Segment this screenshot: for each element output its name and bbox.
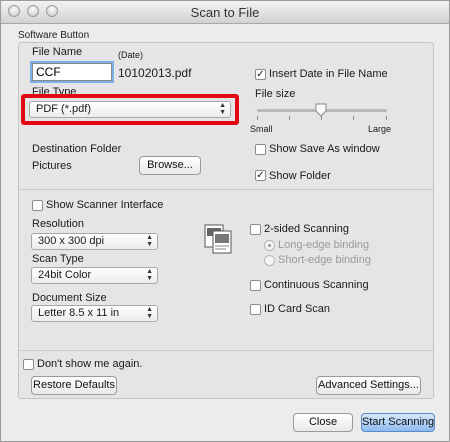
document-size-label: Document Size: [32, 292, 107, 304]
file-name-label: File Name: [32, 46, 83, 58]
dont-show-again-label: Don't show me again.: [37, 358, 143, 370]
popup-arrows-icon: ▲ ▼: [146, 306, 153, 320]
scan-type-select[interactable]: 24bit Color ▲ ▼: [31, 267, 158, 284]
popup-arrows-icon: ▲ ▼: [146, 268, 153, 282]
long-edge-label: Long-edge binding: [278, 239, 370, 251]
short-edge-label: Short-edge binding: [278, 254, 371, 266]
file-size-large-label: Large: [368, 124, 392, 134]
popup-arrows-icon: ▲ ▼: [219, 102, 226, 116]
advanced-settings-button[interactable]: Advanced Settings...: [316, 376, 421, 395]
file-type-select[interactable]: PDF (*.pdf) ▲ ▼: [29, 101, 231, 118]
slider-tick: [353, 116, 354, 120]
start-scanning-button[interactable]: Start Scanning: [361, 413, 435, 432]
section-divider: [19, 189, 433, 190]
scan-type-value: 24bit Color: [38, 269, 92, 281]
file-size-small-label: Small: [250, 124, 273, 134]
file-type-value: PDF (*.pdf): [36, 103, 92, 115]
title-bar: Scan to File: [1, 1, 449, 24]
document-size-select[interactable]: Letter 8.5 x 11 in ▲ ▼: [31, 305, 158, 322]
show-scanner-interface-label: Show Scanner Interface: [46, 199, 164, 211]
two-sided-scanning-label: 2-sided Scanning: [264, 223, 350, 235]
restore-defaults-button[interactable]: Restore Defaults: [31, 376, 117, 395]
continuous-scanning-checkbox[interactable]: [250, 280, 261, 291]
resolution-value: 300 x 300 dpi: [38, 235, 105, 247]
file-size-label: File size: [255, 88, 296, 100]
long-edge-radio[interactable]: [264, 240, 275, 251]
section-divider: [19, 350, 433, 351]
document-size-value: Letter 8.5 x 11 in: [38, 307, 120, 319]
two-sided-scanning-icon: [204, 224, 232, 254]
id-card-scan-label: ID Card Scan: [264, 303, 331, 315]
resolution-select[interactable]: 300 x 300 dpi ▲ ▼: [31, 233, 158, 250]
dont-show-again-checkbox[interactable]: [23, 359, 34, 370]
insert-date-checkbox[interactable]: ✓: [255, 69, 266, 80]
scan-to-file-window: Scan to File Software Button File Name (…: [0, 0, 450, 442]
destination-folder-value: Pictures: [32, 160, 72, 172]
two-sided-scanning-checkbox[interactable]: [250, 224, 261, 235]
close-button[interactable]: Close: [293, 413, 353, 432]
slider-tick: [386, 116, 387, 120]
file-name-input[interactable]: [32, 63, 112, 81]
group-title: Software Button: [18, 30, 90, 41]
continuous-scanning-label: Continuous Scanning: [264, 279, 369, 291]
id-card-scan-checkbox[interactable]: [250, 304, 261, 315]
slider-tick: [289, 116, 290, 120]
resolution-label: Resolution: [32, 218, 84, 230]
scan-type-label: Scan Type: [32, 253, 84, 265]
popup-arrows-icon: ▲ ▼: [146, 234, 153, 248]
short-edge-radio[interactable]: [264, 255, 275, 266]
show-folder-label: Show Folder: [269, 170, 331, 182]
show-save-as-label: Show Save As window: [269, 143, 380, 155]
destination-folder-label: Destination Folder: [32, 143, 122, 155]
show-scanner-interface-checkbox[interactable]: [32, 200, 43, 211]
insert-date-label: Insert Date in File Name: [269, 68, 388, 80]
date-label: (Date): [118, 50, 144, 60]
show-save-as-checkbox[interactable]: [255, 144, 266, 155]
show-folder-checkbox[interactable]: ✓: [255, 170, 266, 181]
file-size-slider-thumb[interactable]: [315, 103, 327, 117]
browse-button[interactable]: Browse...: [139, 156, 201, 175]
window-title: Scan to File: [190, 5, 260, 20]
slider-tick: [257, 116, 258, 120]
date-value: 10102013.pdf: [118, 66, 192, 80]
